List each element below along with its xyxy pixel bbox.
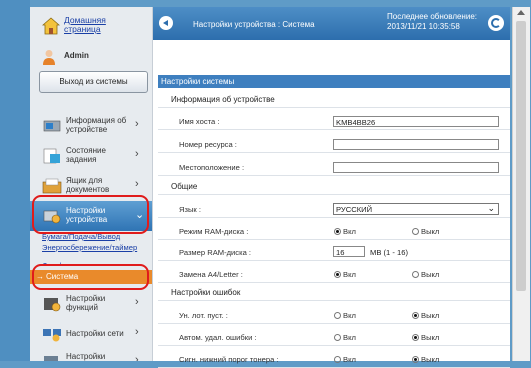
highlight-device-settings bbox=[32, 195, 149, 234]
ram-disk-label: Режим RAM-диска : bbox=[179, 227, 249, 236]
last-update-value: 2013/11/21 10:35:58 bbox=[387, 22, 460, 31]
ram-size-label: Размер RAM-диска : bbox=[179, 248, 252, 257]
location-row: Местоположение : bbox=[158, 158, 510, 176]
main-content: Настройки системы Информация об устройст… bbox=[153, 40, 510, 368]
refresh-button[interactable] bbox=[488, 15, 504, 31]
sidebar: Домашняя страница Admin Выход из системы… bbox=[30, 7, 153, 361]
asset-number-label: Номер ресурса : bbox=[179, 140, 237, 149]
asset-number-row: Номер ресурса : bbox=[158, 135, 510, 153]
ram-disk-row: Режим RAM-диска : Вкл Выкл bbox=[158, 222, 510, 240]
back-button[interactable] bbox=[159, 16, 173, 30]
last-update-label: Последнее обновление: bbox=[387, 12, 477, 21]
ram-size-input[interactable]: 16 bbox=[333, 246, 365, 257]
language-select[interactable]: РУССКИЙ ⌄ bbox=[333, 203, 499, 215]
user-name: Admin bbox=[64, 51, 89, 60]
sidebar-item-label: Ящик для документов bbox=[66, 176, 110, 194]
location-label: Местоположение : bbox=[179, 163, 245, 172]
home-link-block[interactable]: Домашняя страница bbox=[38, 13, 152, 43]
home-icon bbox=[42, 17, 60, 35]
a4-letter-off-radio[interactable]: Выкл bbox=[412, 270, 439, 279]
paper-empty-label: Ун. лот. пуст. : bbox=[179, 311, 228, 320]
chevron-right-icon: › bbox=[135, 148, 139, 160]
ram-size-row: Размер RAM-диска : 16 MB (1 - 16) bbox=[158, 243, 510, 261]
window-left-frame bbox=[0, 0, 30, 361]
paper-empty-off-radio[interactable]: Выкл bbox=[412, 311, 439, 320]
chevron-right-icon: › bbox=[135, 178, 139, 190]
host-name-input[interactable]: KMB4BB26 bbox=[333, 116, 499, 127]
chevron-right-icon: › bbox=[135, 118, 139, 130]
document-box-icon bbox=[42, 178, 62, 194]
scroll-thumb[interactable] bbox=[516, 21, 526, 291]
vertical-scrollbar[interactable] bbox=[512, 7, 530, 361]
current-user: Admin bbox=[38, 49, 152, 69]
ram-disk-off-radio[interactable]: Выкл bbox=[412, 227, 439, 236]
host-name-row: Имя хоста : KMB4BB26 bbox=[158, 112, 510, 130]
group-title: Информация об устройстве bbox=[171, 95, 275, 104]
toner-low-label: Сигн. нижний порог тонера : bbox=[179, 355, 279, 364]
chevron-down-icon: ⌄ bbox=[487, 203, 495, 213]
chevron-right-icon: › bbox=[135, 326, 139, 338]
group-device-info: Информация об устройстве bbox=[158, 90, 510, 108]
auto-clear-off-radio[interactable]: Выкл bbox=[412, 333, 439, 342]
sidebar-item-label: Настройки безопасности bbox=[66, 352, 106, 361]
sidebar-item-label: Информация об устройстве bbox=[66, 116, 127, 134]
page-header: Настройки устройства : Система Последнее… bbox=[153, 7, 510, 40]
paper-empty-on-radio[interactable]: Вкл bbox=[334, 311, 356, 320]
language-row: Язык : РУССКИЙ ⌄ bbox=[158, 200, 510, 218]
logout-button[interactable]: Выход из системы bbox=[39, 71, 148, 93]
group-general: Общие bbox=[158, 179, 510, 195]
a4-letter-row: Замена A4/Letter : Вкл Выкл bbox=[158, 265, 510, 283]
asset-number-input[interactable] bbox=[333, 139, 499, 150]
sidebar-item-device-info[interactable]: Информация об устройстве › bbox=[30, 111, 152, 141]
auto-clear-on-radio[interactable]: Вкл bbox=[334, 333, 356, 342]
sidebar-item-security-settings[interactable]: Настройки безопасности › bbox=[30, 347, 152, 361]
group-title: Настройки ошибок bbox=[171, 288, 241, 297]
ram-disk-on-radio[interactable]: Вкл bbox=[334, 227, 356, 236]
language-label: Язык : bbox=[179, 205, 201, 214]
auto-clear-row: Автом. удал. ошибки : Вкл Выкл bbox=[158, 328, 510, 346]
last-update: Последнее обновление: 2013/11/21 10:35:5… bbox=[387, 12, 477, 32]
scroll-up-icon[interactable] bbox=[517, 10, 525, 15]
chevron-right-icon: › bbox=[135, 354, 139, 361]
group-title: Общие bbox=[171, 182, 198, 191]
sidebar-item-label: Настройки функций bbox=[66, 294, 106, 312]
chevron-right-icon: › bbox=[135, 296, 139, 308]
auto-clear-label: Автом. удал. ошибки : bbox=[179, 333, 257, 342]
sidebar-item-label: Состояние задания bbox=[66, 146, 106, 164]
sidebar-item-job-status[interactable]: Состояние задания › bbox=[30, 141, 152, 171]
sidebar-item-network-settings[interactable]: Настройки сети › bbox=[30, 319, 152, 349]
toner-low-row: Сигн. нижний порог тонера : Вкл Выкл bbox=[158, 350, 510, 368]
paper-empty-row: Ун. лот. пуст. : Вкл Выкл bbox=[158, 306, 510, 324]
toner-low-on-radio[interactable]: Вкл bbox=[334, 355, 356, 364]
security-settings-icon bbox=[44, 356, 58, 361]
a4-letter-on-radio[interactable]: Вкл bbox=[334, 270, 356, 279]
group-error-settings: Настройки ошибок bbox=[158, 285, 510, 301]
device-info-icon bbox=[43, 120, 61, 132]
section-title: Настройки системы bbox=[158, 75, 510, 88]
window-top-frame bbox=[0, 0, 531, 7]
host-name-label: Имя хоста : bbox=[179, 117, 220, 126]
language-value: РУССКИЙ bbox=[336, 205, 373, 214]
network-settings-icon bbox=[43, 329, 61, 342]
avatar bbox=[43, 50, 55, 65]
sidebar-item-label: Настройки сети bbox=[66, 329, 124, 338]
location-input[interactable] bbox=[333, 162, 499, 173]
function-settings-icon bbox=[44, 298, 61, 312]
toner-low-off-radio[interactable]: Выкл bbox=[412, 355, 439, 364]
page-title: Настройки устройства : Система bbox=[193, 20, 315, 29]
sidebar-item-function-settings[interactable]: Настройки функций › bbox=[30, 289, 152, 319]
ram-size-suffix: MB (1 - 16) bbox=[370, 248, 408, 257]
a4-letter-label: Замена A4/Letter : bbox=[179, 270, 243, 279]
home-page-link[interactable]: Домашняя страница bbox=[64, 16, 144, 34]
subitem-energy-saver-timer[interactable]: Энергосбережение/таймер bbox=[42, 243, 146, 252]
highlight-system bbox=[32, 264, 149, 290]
job-status-icon bbox=[43, 148, 60, 164]
